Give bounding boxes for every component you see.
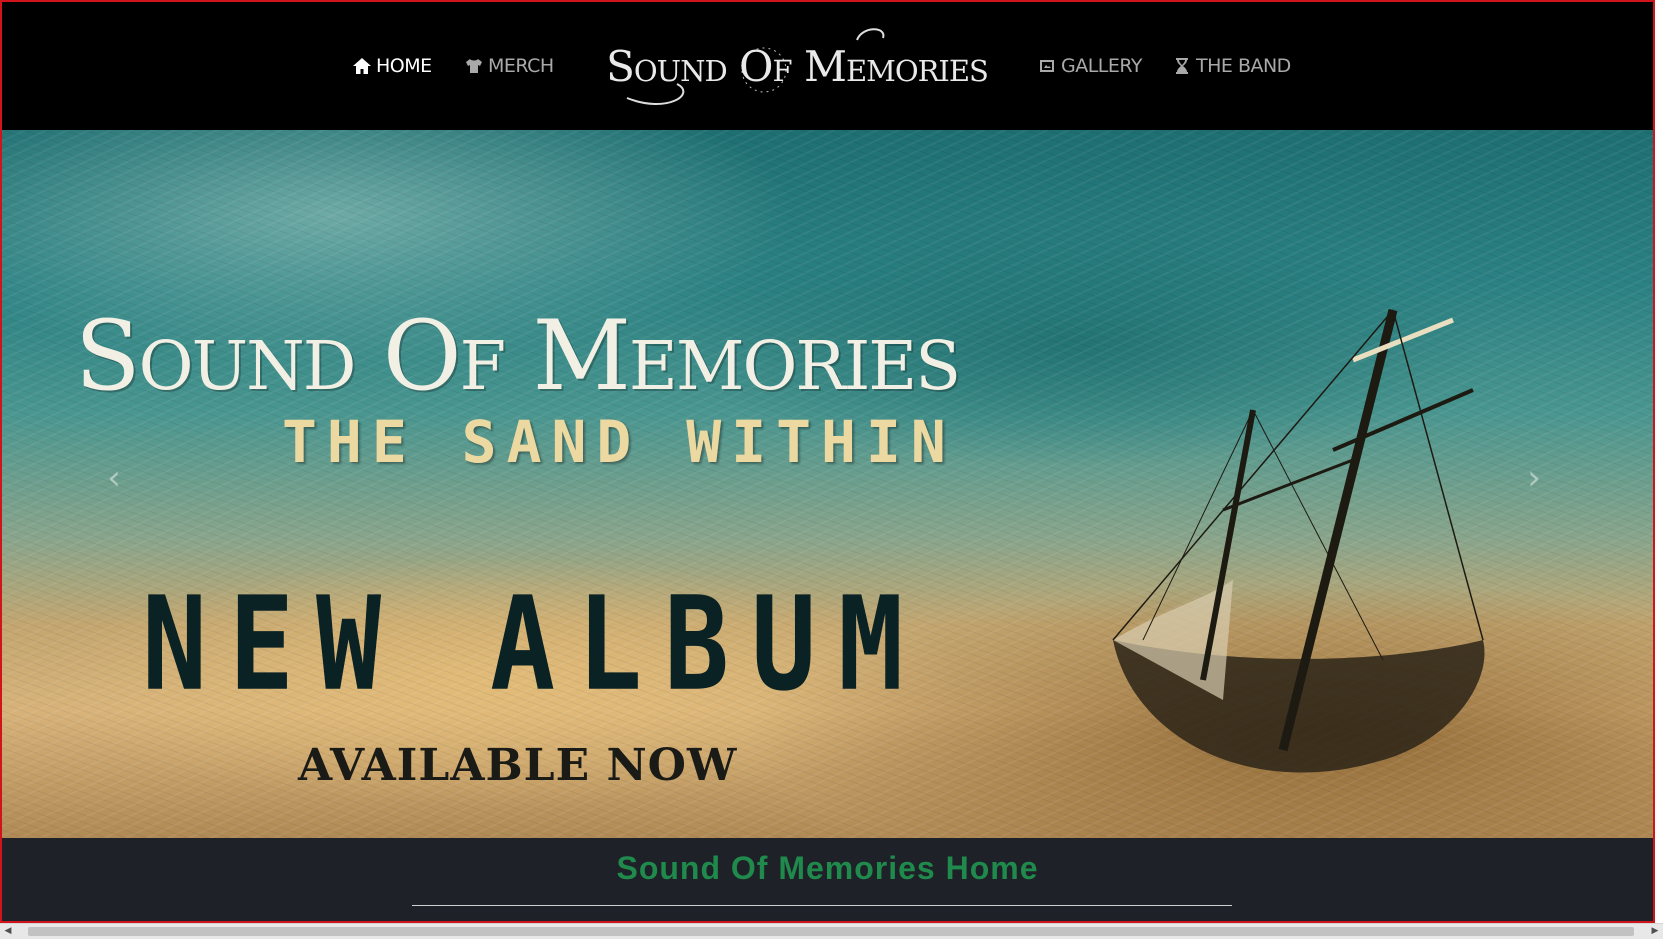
- top-nav: HOME MERCH Sound Of Memories GALLERY THE…: [2, 2, 1653, 130]
- nav-merch-link[interactable]: MERCH: [464, 50, 554, 82]
- home-icon: [353, 58, 371, 74]
- hourglass-icon: [1176, 58, 1188, 74]
- new-album-headline: NEW ALBUM: [142, 570, 926, 720]
- scroll-left-button[interactable]: ◀: [0, 924, 16, 939]
- page-title: Sound Of Memories Home: [616, 850, 1039, 886]
- nav-gallery-label: GALLERY: [1061, 55, 1143, 77]
- nav-band-label: THE BAND: [1196, 55, 1291, 77]
- horizontal-scrollbar[interactable]: ◀ ▶: [0, 923, 1663, 939]
- album-title: THE SAND WITHIN: [282, 408, 956, 476]
- album-band-name: Sound Of Memories: [74, 300, 961, 412]
- page-frame: HOME MERCH Sound Of Memories GALLERY THE…: [0, 0, 1655, 923]
- logo-text: Sound Of Memories: [606, 42, 989, 91]
- nav-home-link[interactable]: HOME: [352, 50, 432, 82]
- nav-band-link[interactable]: THE BAND: [1172, 50, 1291, 82]
- hero-banner[interactable]: Sound Of Memories THE SAND WITHIN NEW AL…: [2, 130, 1653, 838]
- tshirt-icon: [466, 59, 482, 73]
- scroll-right-button[interactable]: ▶: [1647, 924, 1663, 939]
- available-now-text: AVAILABLE NOW: [298, 740, 738, 791]
- shipwreck-illustration: [1112, 308, 1485, 773]
- nav-gallery-link[interactable]: GALLERY: [1037, 50, 1143, 82]
- image-icon: [1040, 60, 1054, 72]
- carousel-next-arrow[interactable]: ›: [1522, 460, 1546, 496]
- site-logo[interactable]: Sound Of Memories: [587, 24, 1007, 110]
- carousel-prev-arrow[interactable]: ‹: [102, 460, 126, 496]
- scrollbar-thumb[interactable]: [28, 927, 1634, 936]
- heading-divider: [412, 905, 1232, 906]
- nav-home-label: HOME: [376, 55, 432, 77]
- nav-merch-label: MERCH: [488, 55, 554, 77]
